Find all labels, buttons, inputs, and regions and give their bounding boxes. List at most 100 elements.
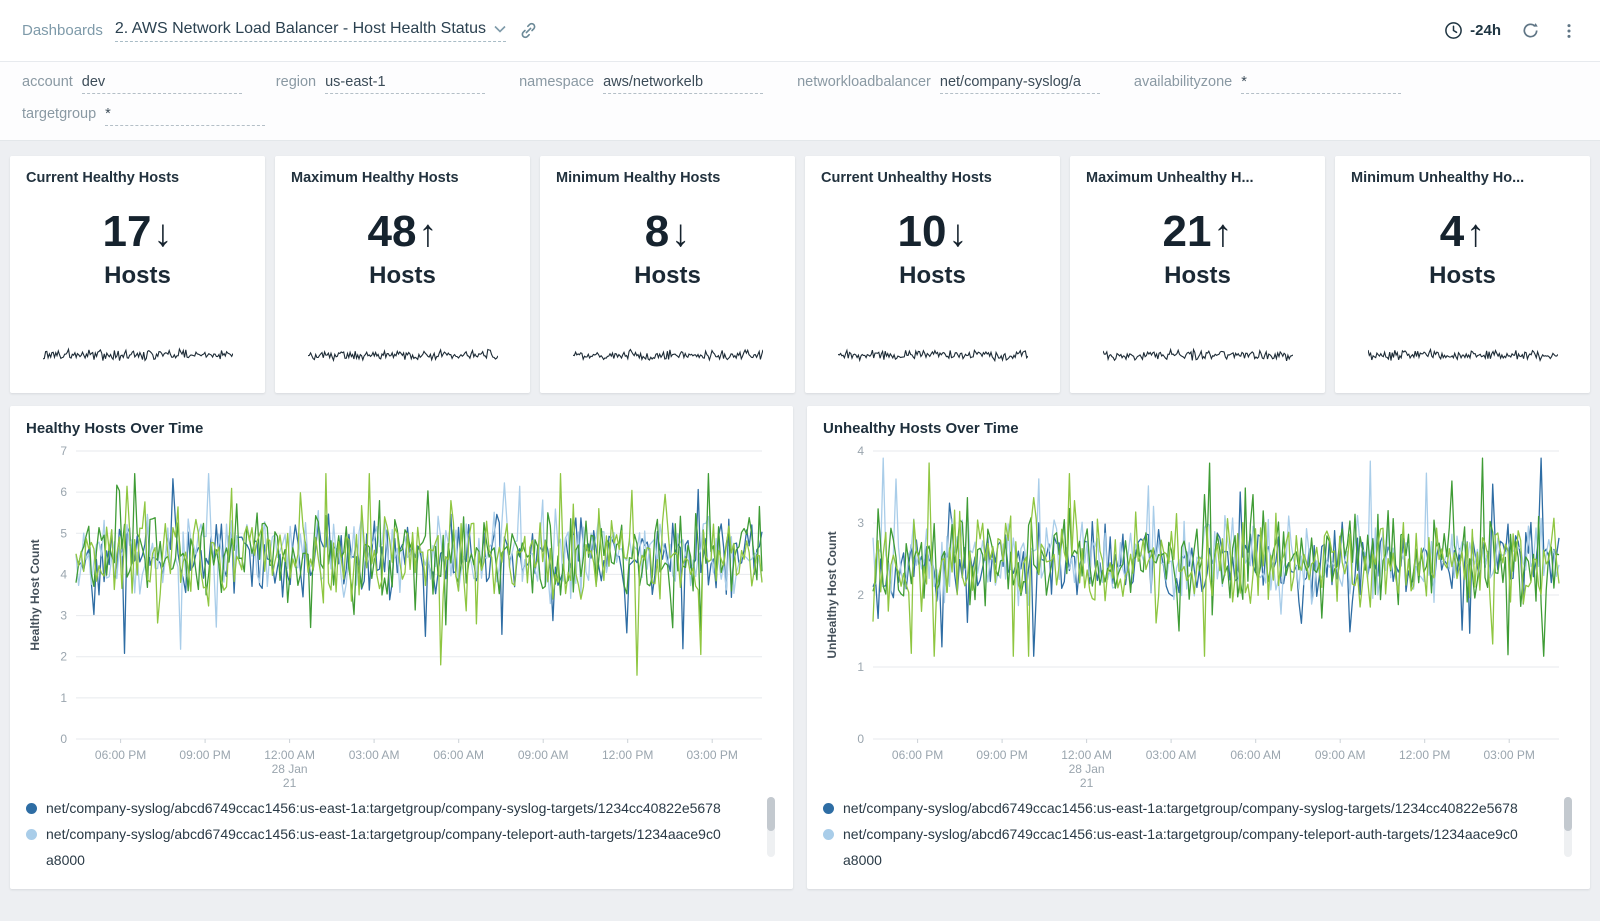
stat-value: 8↓ bbox=[556, 210, 779, 254]
svg-text:2: 2 bbox=[857, 588, 864, 602]
breadcrumb-dashboards[interactable]: Dashboards bbox=[22, 22, 103, 39]
svg-text:1: 1 bbox=[857, 660, 864, 674]
svg-text:03:00 PM: 03:00 PM bbox=[1484, 748, 1535, 762]
filter-targetgroup-value[interactable]: * bbox=[105, 106, 265, 126]
legend-item[interactable]: net/company-syslog/abcd6749ccac1456:us-e… bbox=[26, 795, 761, 821]
filter-region-value[interactable]: us-east-1 bbox=[325, 74, 485, 94]
filter-namespace-value[interactable]: aws/networkelb bbox=[603, 74, 763, 94]
stat-unit: Hosts bbox=[1351, 262, 1574, 290]
filter-account: account dev bbox=[22, 74, 242, 94]
stat-title: Current Unhealthy Hosts bbox=[821, 170, 1044, 186]
stat-sparkline bbox=[838, 347, 1028, 363]
svg-text:0: 0 bbox=[857, 732, 864, 746]
unhealthy-hosts-chart[interactable]: 0123406:00 PM09:00 PM12:00 AM28 Jan2103:… bbox=[823, 439, 1571, 791]
stat-unit: Hosts bbox=[1086, 262, 1309, 290]
kebab-menu-icon bbox=[1560, 21, 1578, 41]
svg-text:09:00 PM: 09:00 PM bbox=[179, 748, 230, 762]
stat-title: Current Healthy Hosts bbox=[26, 170, 249, 186]
svg-text:7: 7 bbox=[60, 444, 67, 458]
stat-sparkline bbox=[43, 347, 233, 363]
svg-text:03:00 AM: 03:00 AM bbox=[349, 748, 400, 762]
filter-label: region bbox=[276, 74, 316, 90]
refresh-icon bbox=[1521, 21, 1540, 40]
legend-scrollbar[interactable] bbox=[1564, 797, 1572, 857]
refresh-button[interactable] bbox=[1521, 21, 1540, 40]
filter-networkloadbalancer: networkloadbalancer net/company-syslog/a bbox=[797, 74, 1100, 94]
panel-current-unhealthy-hosts: Current Unhealthy Hosts 10↓ Hosts bbox=[805, 156, 1060, 393]
stat-unit: Hosts bbox=[556, 262, 779, 290]
stat-sparkline bbox=[573, 347, 763, 363]
stat-unit: Hosts bbox=[291, 262, 514, 290]
svg-text:5: 5 bbox=[60, 526, 67, 540]
stat-unit: Hosts bbox=[26, 262, 249, 290]
legend-swatch bbox=[26, 829, 37, 840]
panel-minimum-healthy-hosts: Minimum Healthy Hosts 8↓ Hosts bbox=[540, 156, 795, 393]
filter-label: targetgroup bbox=[22, 106, 96, 122]
svg-text:UnHealthy Host Count: UnHealthy Host Count bbox=[825, 531, 839, 658]
link-icon bbox=[518, 20, 539, 41]
svg-text:06:00 AM: 06:00 AM bbox=[1230, 748, 1281, 762]
top-bar: Dashboards 2. AWS Network Load Balancer … bbox=[0, 0, 1600, 62]
stat-title: Minimum Healthy Hosts bbox=[556, 170, 779, 186]
share-link-button[interactable] bbox=[518, 20, 539, 41]
svg-text:2: 2 bbox=[60, 650, 67, 664]
filter-label: account bbox=[22, 74, 73, 90]
legend-item[interactable]: net/company-syslog/abcd6749ccac1456:us-e… bbox=[823, 795, 1558, 821]
filter-region: region us-east-1 bbox=[276, 74, 485, 94]
svg-text:12:00 PM: 12:00 PM bbox=[1399, 748, 1450, 762]
filter-networkloadbalancer-value[interactable]: net/company-syslog/a bbox=[940, 74, 1100, 94]
stat-value: 10↓ bbox=[821, 210, 1044, 254]
filter-availabilityzone-value[interactable]: * bbox=[1241, 74, 1401, 94]
svg-text:3: 3 bbox=[60, 609, 67, 623]
legend-label: net/company-syslog/abcd6749ccac1456:us-e… bbox=[46, 821, 726, 865]
svg-text:6: 6 bbox=[60, 485, 67, 499]
svg-text:12:00 PM: 12:00 PM bbox=[602, 748, 653, 762]
stat-title: Minimum Unhealthy Ho... bbox=[1351, 170, 1574, 186]
chart-legend: net/company-syslog/abcd6749ccac1456:us-e… bbox=[26, 795, 777, 865]
trend-up-icon: ↑ bbox=[1466, 213, 1485, 255]
chart-title: Unhealthy Hosts Over Time bbox=[823, 420, 1574, 437]
panel-maximum-healthy-hosts: Maximum Healthy Hosts 48↑ Hosts bbox=[275, 156, 530, 393]
legend-scrollbar-thumb[interactable] bbox=[1564, 797, 1572, 831]
clock-icon bbox=[1444, 21, 1463, 40]
trend-down-icon: ↓ bbox=[948, 213, 967, 255]
stat-value: 17↓ bbox=[26, 210, 249, 254]
stat-sparkline bbox=[1368, 347, 1558, 363]
stat-unit: Hosts bbox=[821, 262, 1044, 290]
legend-item[interactable]: net/company-syslog/abcd6749ccac1456:us-e… bbox=[26, 821, 761, 865]
svg-text:3: 3 bbox=[857, 516, 864, 530]
time-range-button[interactable]: -24h bbox=[1444, 21, 1501, 40]
stat-sparkline bbox=[1103, 347, 1293, 363]
svg-text:12:00 AM28 Jan21: 12:00 AM28 Jan21 bbox=[1061, 748, 1112, 790]
svg-text:09:00 AM: 09:00 AM bbox=[518, 748, 569, 762]
legend-scrollbar-thumb[interactable] bbox=[767, 797, 775, 831]
trend-down-icon: ↓ bbox=[671, 213, 690, 255]
svg-text:Healthy Host Count: Healthy Host Count bbox=[28, 539, 42, 650]
panel-current-healthy-hosts: Current Healthy Hosts 17↓ Hosts bbox=[10, 156, 265, 393]
svg-text:03:00 AM: 03:00 AM bbox=[1146, 748, 1197, 762]
legend-label: net/company-syslog/abcd6749ccac1456:us-e… bbox=[843, 821, 1523, 865]
trend-down-icon: ↓ bbox=[153, 213, 172, 255]
panel-maximum-unhealthy-hosts: Maximum Unhealthy H... 21↑ Hosts bbox=[1070, 156, 1325, 393]
svg-text:06:00 AM: 06:00 AM bbox=[433, 748, 484, 762]
svg-text:1: 1 bbox=[60, 691, 67, 705]
chevron-down-icon bbox=[494, 25, 506, 33]
legend-scrollbar[interactable] bbox=[767, 797, 775, 857]
panel-healthy-hosts-over-time: Healthy Hosts Over Time 0123456706:00 PM… bbox=[10, 406, 793, 889]
kebab-menu-button[interactable] bbox=[1560, 21, 1578, 41]
svg-text:0: 0 bbox=[60, 732, 67, 746]
legend-item[interactable]: net/company-syslog/abcd6749ccac1456:us-e… bbox=[823, 821, 1558, 865]
healthy-hosts-chart[interactable]: 0123456706:00 PM09:00 PM12:00 AM28 Jan21… bbox=[26, 439, 774, 791]
stat-title: Maximum Unhealthy H... bbox=[1086, 170, 1309, 186]
filter-account-value[interactable]: dev bbox=[82, 74, 242, 94]
svg-text:06:00 PM: 06:00 PM bbox=[95, 748, 146, 762]
svg-text:4: 4 bbox=[857, 444, 864, 458]
legend-label: net/company-syslog/abcd6749ccac1456:us-e… bbox=[843, 795, 1518, 821]
filter-availabilityzone: availabilityzone * bbox=[1134, 74, 1401, 94]
legend-swatch bbox=[26, 803, 37, 814]
filter-targetgroup: targetgroup * bbox=[22, 106, 265, 126]
dashboard-title-dropdown[interactable]: 2. AWS Network Load Balancer - Host Heal… bbox=[115, 20, 506, 42]
filter-bar: account dev region us-east-1 namespace a… bbox=[0, 62, 1600, 141]
svg-text:06:00 PM: 06:00 PM bbox=[892, 748, 943, 762]
trend-up-icon: ↑ bbox=[418, 213, 437, 255]
